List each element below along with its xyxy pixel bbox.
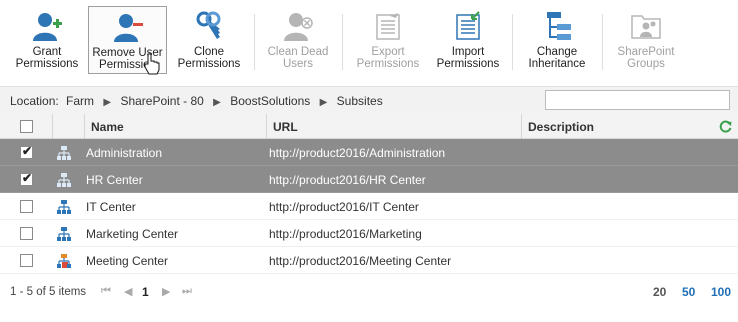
next-page-icon[interactable]: ▶: [162, 285, 170, 298]
site-url: http://product2016/Meeting Center: [269, 254, 452, 268]
column-divider: [84, 114, 85, 139]
remove-user-permission-button[interactable]: Remove User Permission: [88, 6, 167, 75]
site-name: IT Center: [86, 200, 136, 214]
checkmark-icon: ✔: [22, 171, 33, 185]
column-header-description[interactable]: Description: [528, 120, 594, 134]
site-name: Meeting Center: [86, 254, 169, 268]
row-checkbox[interactable]: [20, 200, 33, 213]
site-url: http://product2016/IT Center: [269, 200, 419, 214]
remove-user-icon: [113, 14, 143, 42]
breadcrumb-item-boostsolutions[interactable]: BoostSolutions: [230, 94, 310, 108]
site-icon: [57, 146, 71, 160]
breadcrumb: Location: Farm ▶ SharePoint - 80 ▶ Boost…: [10, 94, 383, 108]
clone-permissions-button[interactable]: Clone Permissions: [172, 6, 246, 74]
items-count: 1 - 5 of 5 items: [10, 286, 87, 298]
grant-permissions-label: Grant Permissions: [15, 46, 79, 70]
pager: 1 - 5 of 5 items ⏮ ◀ 1 ▶ ⏭ 20 50 100: [0, 280, 738, 304]
page-size-100[interactable]: 100: [711, 285, 731, 299]
last-page-icon[interactable]: ⏭: [182, 285, 192, 298]
checkmark-icon: ✔: [22, 144, 33, 158]
column-divider: [266, 114, 267, 139]
table-row[interactable]: IT Center http://product2016/IT Center: [0, 193, 738, 220]
column-divider: [521, 114, 522, 139]
table-row[interactable]: Marketing Center http://product2016/Marke…: [0, 220, 738, 247]
column-divider: [52, 114, 53, 139]
clean-dead-users-icon: [284, 13, 313, 41]
site-url: http://product2016/Marketing: [269, 227, 422, 241]
export-permissions-button[interactable]: Export Permissions: [352, 6, 424, 74]
breadcrumb-item-sharepoint[interactable]: SharePoint - 80: [120, 94, 203, 108]
change-inheritance-icon: [547, 12, 571, 40]
site-name: Marketing Center: [86, 227, 179, 241]
chevron-right-icon: ▶: [213, 97, 221, 108]
page-size-20[interactable]: 20: [653, 285, 666, 299]
site-name: Administration: [86, 146, 163, 160]
export-permissions-label: Export Permissions: [356, 46, 420, 70]
first-page-icon[interactable]: ⏮: [101, 285, 111, 298]
clean-dead-users-label: Clean Dead Users: [267, 46, 329, 70]
subsites-grid: Name URL Description ✔ Administration http…: [0, 114, 738, 274]
sharepoint-groups-icon: [631, 15, 661, 39]
import-permissions-icon: [456, 11, 480, 40]
toolbar-separator: [512, 14, 513, 70]
column-header-name[interactable]: Name: [91, 120, 124, 134]
location-bar: Location: Farm ▶ SharePoint - 80 ▶ Boost…: [0, 86, 738, 114]
site-url: http://product2016/HR Center: [269, 173, 426, 187]
site-name: HR Center: [86, 173, 143, 187]
chevron-right-icon: ▶: [319, 97, 328, 108]
toolbar-separator: [602, 14, 603, 70]
clean-dead-users-button[interactable]: Clean Dead Users: [262, 6, 334, 74]
clone-permissions-label: Clone Permissions: [177, 46, 241, 70]
refresh-icon[interactable]: [718, 119, 733, 134]
mouse-cursor-icon: [144, 53, 160, 75]
table-row[interactable]: Meeting Center http://product2016/Meeting…: [0, 247, 738, 274]
import-permissions-button[interactable]: Import Permissions: [432, 6, 504, 74]
site-icon: [57, 173, 71, 187]
clone-permissions-icon: [196, 11, 221, 39]
breadcrumb-item-subsites[interactable]: Subsites: [337, 94, 383, 108]
site-icon: [57, 200, 71, 214]
grid-body: ✔ Administration http://product2016/Admini…: [0, 139, 738, 274]
meeting-site-icon: [57, 254, 71, 268]
grant-permissions-button[interactable]: Grant Permissions: [12, 6, 82, 74]
select-all-checkbox[interactable]: [20, 120, 33, 133]
change-inheritance-button[interactable]: Change Inheritance: [520, 6, 594, 74]
row-checkbox[interactable]: [20, 227, 33, 240]
grid-header: Name URL Description: [0, 114, 738, 139]
breadcrumb-item-farm[interactable]: Farm: [66, 94, 94, 108]
site-url: http://product2016/Administration: [269, 146, 446, 160]
search-input[interactable]: [545, 90, 730, 110]
row-checkbox[interactable]: ✔: [20, 144, 33, 159]
import-permissions-label: Import Permissions: [436, 46, 500, 70]
chevron-right-icon: ▶: [103, 97, 112, 108]
toolbar-separator: [342, 14, 343, 70]
current-page-number[interactable]: 1: [142, 285, 149, 299]
table-row[interactable]: ✔ HR Center http://product2016/HR Center: [0, 166, 738, 193]
page-size-50[interactable]: 50: [682, 285, 695, 299]
column-header-url[interactable]: URL: [273, 120, 298, 134]
prev-page-icon[interactable]: ◀: [124, 285, 132, 298]
table-row[interactable]: ✔ Administration http://product2016/Admini…: [0, 139, 738, 166]
sharepoint-groups-button[interactable]: SharePoint Groups: [610, 6, 682, 74]
location-prefix: Location:: [10, 94, 59, 108]
change-inheritance-label: Change Inheritance: [528, 46, 586, 70]
grant-permissions-icon: [33, 13, 62, 41]
toolbar-separator: [254, 14, 255, 70]
sharepoint-groups-label: SharePoint Groups: [617, 46, 675, 70]
site-icon: [57, 227, 71, 241]
export-permissions-icon: [376, 13, 400, 40]
row-checkbox[interactable]: [20, 254, 33, 267]
row-checkbox[interactable]: ✔: [20, 171, 33, 186]
ribbon-toolbar: Grant Permissions Remove User Permission…: [0, 0, 738, 84]
